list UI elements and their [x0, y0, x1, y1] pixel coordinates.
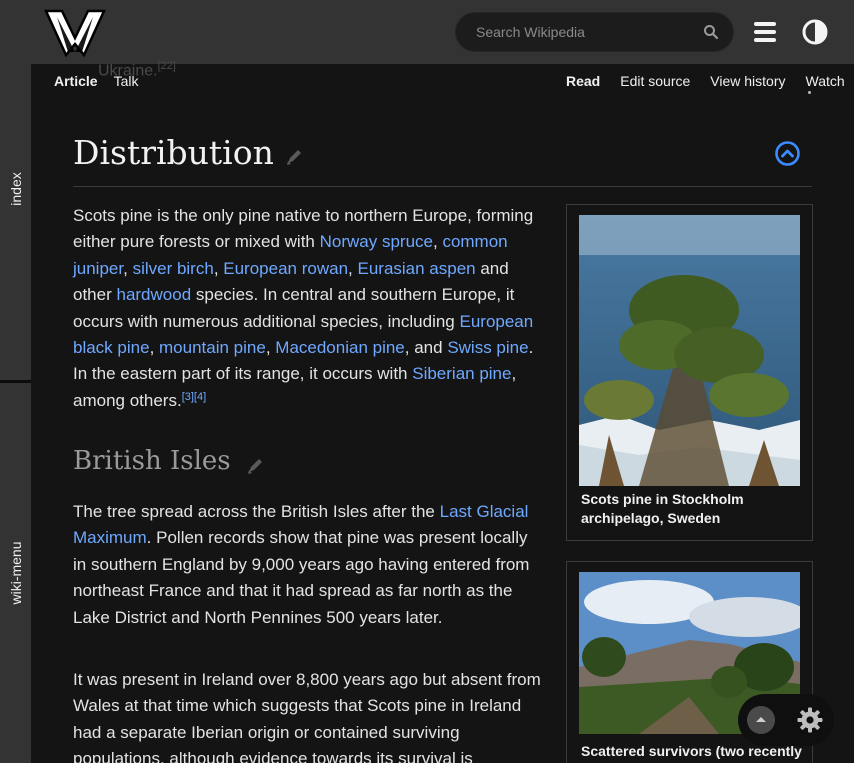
search-icon[interactable] — [703, 24, 719, 40]
link-norway-spruce[interactable]: Norway spruce — [320, 232, 433, 251]
edit-section-pencil-icon[interactable] — [283, 146, 305, 168]
heading-rule — [73, 186, 812, 187]
distribution-paragraph: Scots pine is the only pine native to no… — [73, 206, 534, 410]
watch-indicator — [807, 91, 811, 94]
link-macedonian-pine[interactable]: Macedonian pine — [275, 338, 404, 357]
tab-read[interactable]: Read — [566, 73, 600, 89]
wiki-menu-label[interactable]: wiki-menu — [8, 541, 24, 604]
link-swiss-pine[interactable]: Swiss pine — [447, 338, 528, 357]
collapse-section-icon[interactable] — [774, 140, 801, 167]
namespace-tabs: Article Talk — [54, 73, 138, 89]
figure-caption-stockholm: Scots pine in Stockholm archipelago, Swe… — [581, 491, 744, 526]
edit-subsection-pencil-icon[interactable] — [244, 455, 266, 477]
british-isles-paragraph-1: The tree spread across the British Isles… — [73, 502, 530, 627]
hamburger-menu-icon[interactable] — [752, 19, 778, 45]
tab-watch[interactable]: Watch — [805, 73, 845, 94]
wikipedia-w-logo[interactable] — [44, 8, 106, 58]
link-mountain-pine[interactable]: mountain pine — [159, 338, 266, 357]
index-rail[interactable] — [0, 64, 31, 380]
subsection-heading-british-isles: British Isles — [73, 446, 231, 476]
reference-4[interactable]: [4] — [194, 391, 206, 403]
section-heading-distribution: Distribution — [73, 133, 274, 172]
link-siberian-pine[interactable]: Siberian pine — [412, 364, 511, 383]
british-isles-paragraph-2: It was present in Ireland over 8,800 yea… — [73, 670, 541, 763]
index-label[interactable]: index — [8, 172, 24, 205]
scroll-to-top-icon[interactable] — [747, 706, 775, 734]
floating-controls — [738, 694, 834, 746]
search-box[interactable] — [455, 12, 734, 52]
tab-edit-source[interactable]: Edit source — [620, 73, 690, 89]
reference-3[interactable]: [3] — [182, 391, 194, 403]
link-european-rowan[interactable]: European rowan — [223, 259, 348, 278]
top-header — [0, 0, 854, 64]
tab-view-history[interactable]: View history — [710, 73, 785, 89]
tab-talk[interactable]: Talk — [114, 73, 139, 89]
stockholm-pine-image[interactable] — [579, 215, 800, 486]
contrast-toggle-icon[interactable] — [801, 18, 829, 46]
link-silver-birch[interactable]: silver birch — [133, 259, 214, 278]
link-hardwood[interactable]: hardwood — [116, 285, 191, 304]
watch-label: Watch — [805, 73, 845, 89]
figure-stockholm: Scots pine in Stockholm archipelago, Swe… — [566, 204, 813, 541]
settings-gear-icon[interactable] — [796, 706, 824, 734]
tab-article[interactable]: Article — [54, 73, 98, 89]
link-eurasian-aspen[interactable]: Eurasian aspen — [357, 259, 475, 278]
view-tabs: Read Edit source View history Watch — [566, 73, 845, 94]
search-input[interactable] — [476, 13, 696, 51]
